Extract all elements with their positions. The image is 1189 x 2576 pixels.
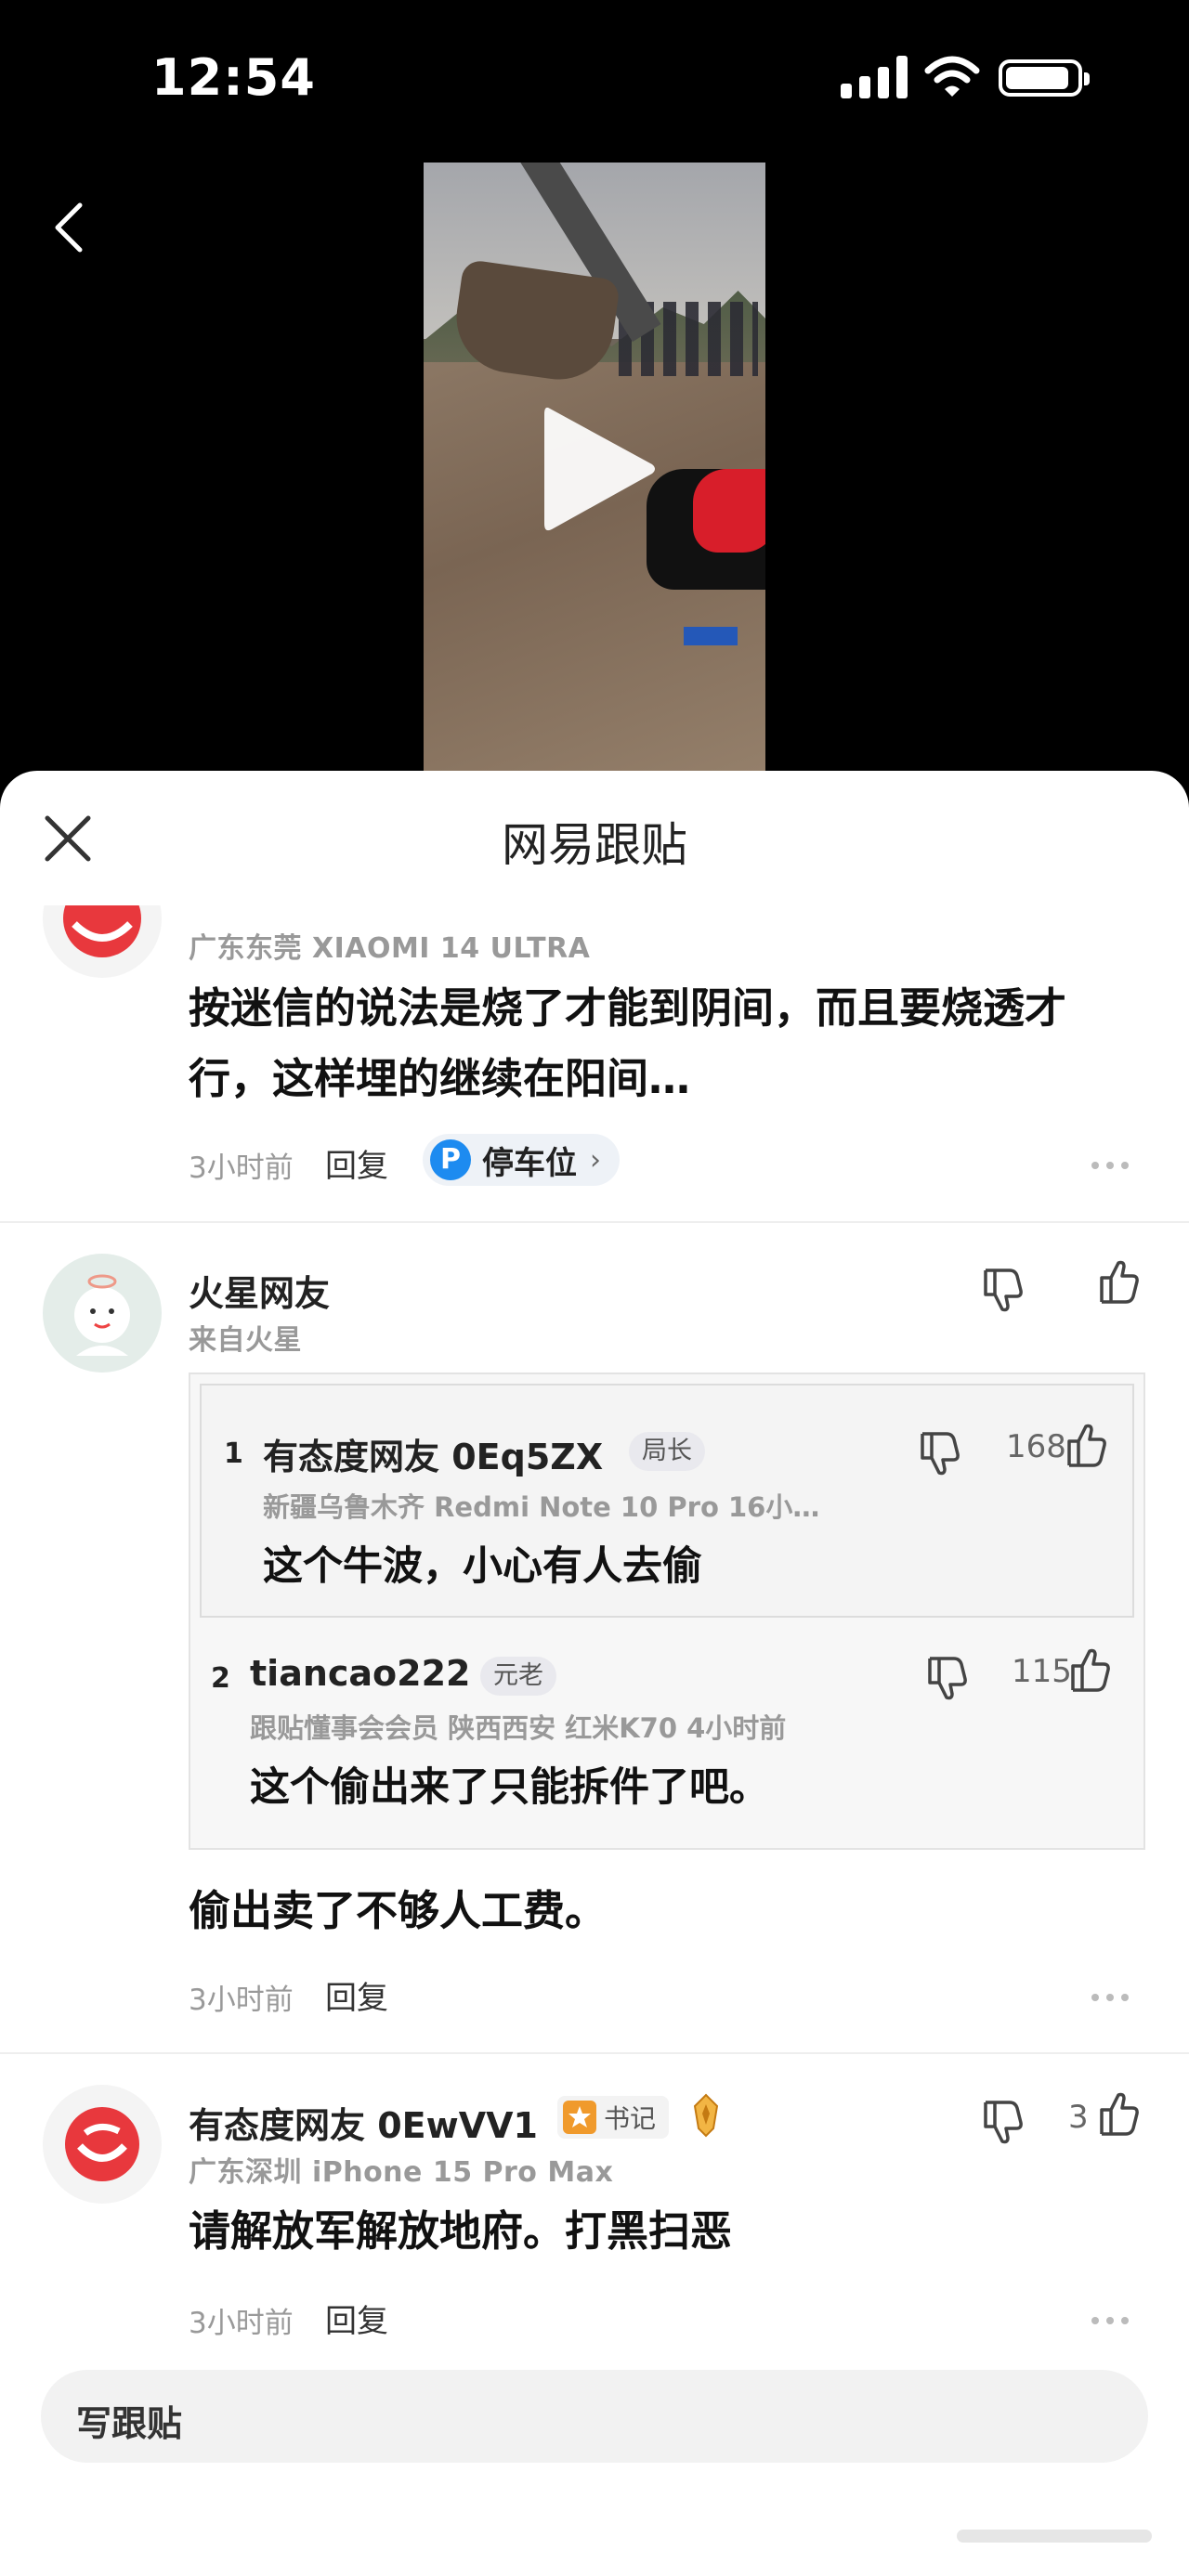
chevron-right-icon: › <box>590 1143 601 1177</box>
user-rank-label: 书记 <box>604 2103 657 2134</box>
comment-time: 3小时前 <box>189 1984 294 2017</box>
battery-icon <box>999 59 1090 97</box>
dislike-icon[interactable] <box>980 1265 1028 1313</box>
play-icon[interactable] <box>537 399 660 539</box>
reply-button[interactable]: 回复 <box>325 1140 388 1186</box>
comment-location-device: 广东东莞 XIAOMI 14 ULTRA <box>189 932 591 965</box>
comment-time: 3小时前 <box>189 2307 294 2340</box>
user-rank-badge: 元老 <box>480 1657 556 1696</box>
more-options-icon[interactable] <box>1091 1987 1136 2001</box>
dislike-icon[interactable] <box>917 1428 965 1477</box>
user-rank-badge: 书记 <box>557 2096 670 2139</box>
more-options-icon[interactable] <box>1091 2310 1136 2324</box>
back-arrow-icon[interactable] <box>46 200 93 255</box>
comment-text: 按迷信的说法是烧了才能到阴间，而且要烧透才行，这样埋的继续在阳间… <box>189 983 1067 1103</box>
wifi-icon <box>924 56 980 97</box>
quote-index: 1 <box>224 1438 243 1470</box>
avatar[interactable] <box>43 2085 162 2204</box>
comment-location-device: 广东深圳 iPhone 15 Pro Max <box>189 2156 614 2189</box>
comment-time: 3小时前 <box>189 1151 294 1185</box>
divider <box>0 1221 1189 1223</box>
dislike-icon[interactable] <box>980 2097 1028 2145</box>
avatar[interactable] <box>43 1254 162 1373</box>
quote-meta: 跟贴懂事会会员 陕西西安 红米K70 4小时前 <box>250 1712 787 1744</box>
like-icon[interactable] <box>1064 1423 1112 1471</box>
more-options-icon[interactable] <box>1091 1155 1136 1169</box>
quote-index: 2 <box>211 1662 230 1695</box>
status-time: 12:54 <box>151 48 316 107</box>
topic-tag[interactable]: P 停车位 › <box>423 1134 620 1186</box>
sheet-title: 网易跟贴 <box>502 818 687 872</box>
topic-tag-label: 停车位 <box>482 1144 577 1182</box>
star-badge-icon <box>563 2101 596 2134</box>
parking-icon: P <box>430 1139 471 1180</box>
reply-button[interactable]: 回复 <box>325 1972 388 2018</box>
home-indicator-icon <box>957 2530 1152 2543</box>
comment-text: 偷出卖了不够人工费。 <box>189 1886 608 1935</box>
quote-meta: 新疆乌鲁木齐 Redmi Note 10 Pro 16小… <box>263 1491 820 1523</box>
write-comment-placeholder: 写跟贴 <box>76 2403 183 2444</box>
medal-icon <box>693 2093 719 2138</box>
quote-username[interactable]: 有态度网友 0Eq5ZX <box>263 1428 603 1479</box>
like-icon[interactable] <box>1067 1647 1116 1696</box>
battery-level <box>1006 67 1069 89</box>
quote-item[interactable]: 1 有态度网友 0Eq5ZX 局长 新疆乌鲁木齐 Redmi Note 10 P… <box>200 1384 1134 1618</box>
divider <box>0 2052 1189 2054</box>
like-icon[interactable] <box>1096 1259 1144 1308</box>
comment-username[interactable]: 火星网友 <box>189 1265 330 1316</box>
write-comment-input[interactable]: 写跟贴 <box>41 2370 1148 2463</box>
reply-button[interactable]: 回复 <box>325 2296 388 2341</box>
status-bar: 12:54 <box>0 0 1189 158</box>
user-rank-badge: 局长 <box>629 1432 705 1471</box>
comment-text: 请解放军解放地府。打黑扫恶 <box>189 2206 733 2256</box>
quote-text: 这个牛波，小心有人去偷 <box>263 1543 702 1590</box>
like-count: 115 <box>1012 1653 1072 1690</box>
cellular-signal-icon <box>841 56 908 98</box>
comment-location: 来自火星 <box>189 1324 302 1357</box>
like-icon[interactable] <box>1096 2091 1144 2140</box>
quoted-replies: 1 有态度网友 0Eq5ZX 局长 新疆乌鲁木齐 Redmi Note 10 P… <box>189 1373 1145 1850</box>
comment-username[interactable]: 有态度网友 0EwVV1 <box>189 2097 538 2148</box>
dislike-icon[interactable] <box>924 1653 973 1701</box>
quote-username[interactable]: tiancao222 <box>250 1653 470 1694</box>
like-count: 3 <box>1068 2099 1089 2136</box>
quote-text: 这个偷出来了只能拆件了吧。 <box>250 1764 769 1811</box>
like-count: 168 <box>1006 1428 1066 1465</box>
